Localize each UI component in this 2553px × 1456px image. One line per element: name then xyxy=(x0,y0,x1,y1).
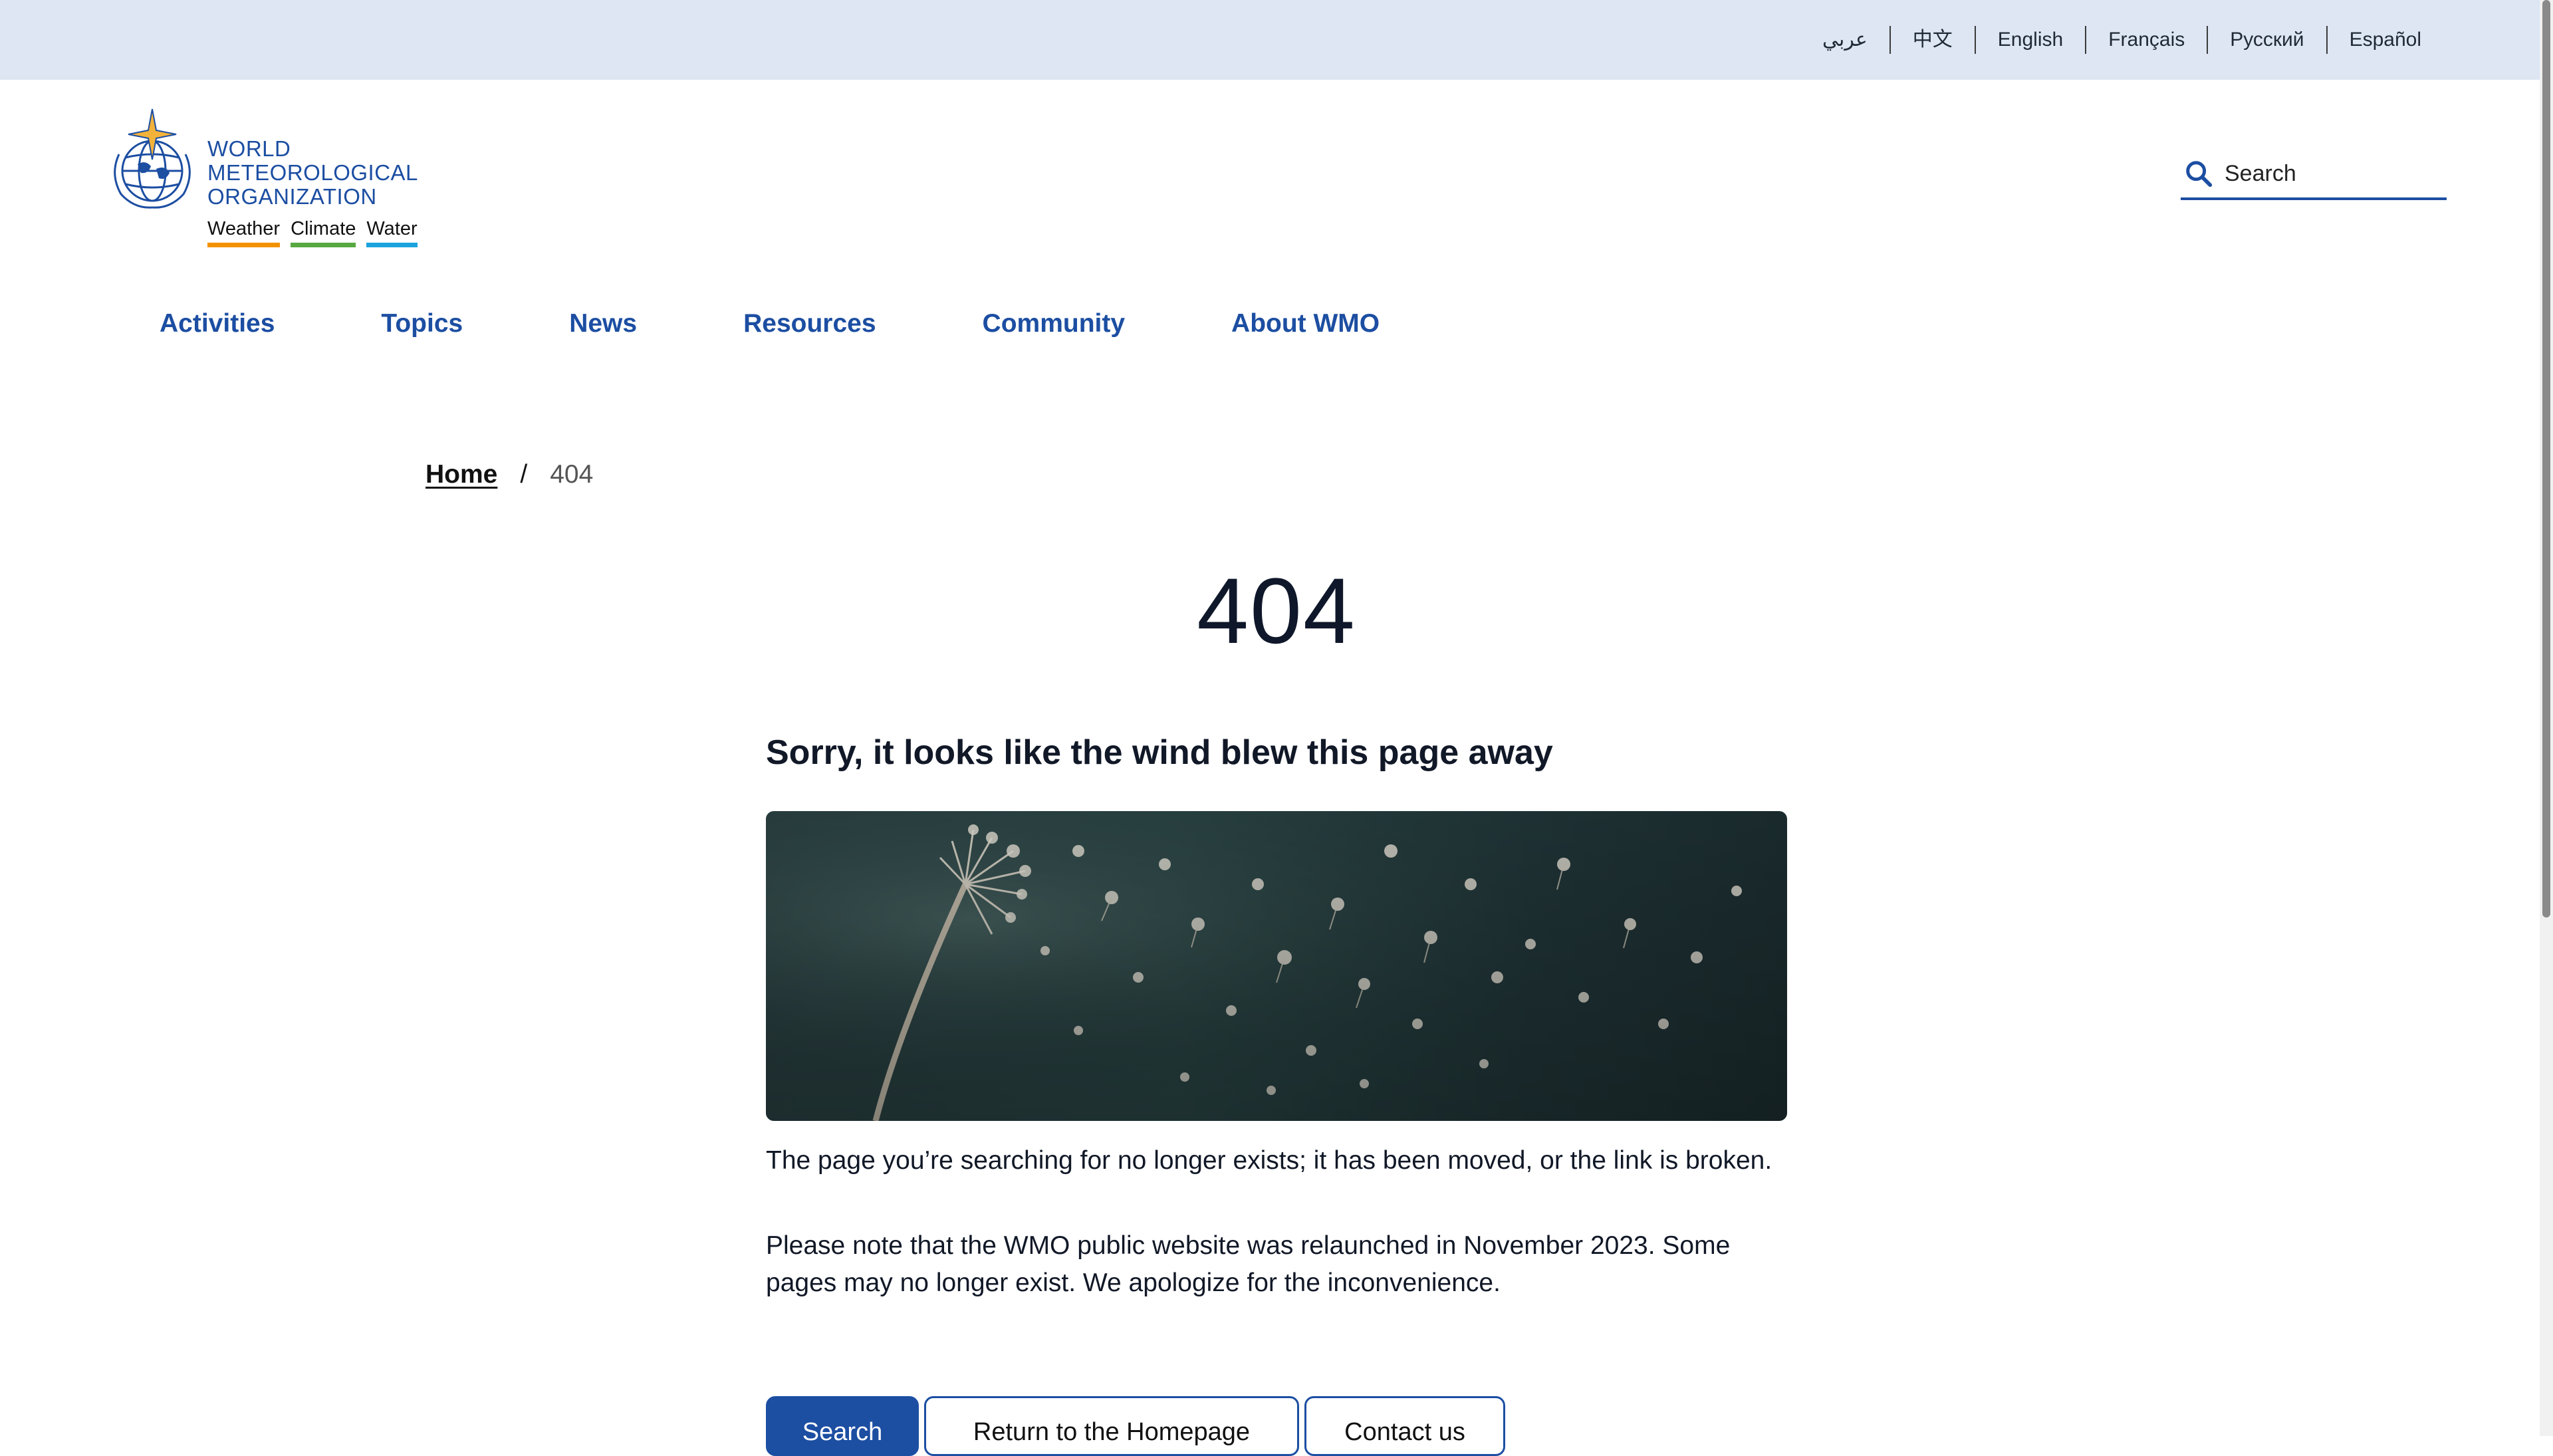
logo-tagline: Weather Climate Water xyxy=(207,218,418,247)
logo-line-3: ORGANIZATION xyxy=(207,184,377,209)
search-button[interactable]: Search xyxy=(766,1396,919,1456)
logo-line-1: WORLD xyxy=(207,136,291,161)
nav-resources[interactable]: Resources xyxy=(743,309,876,338)
contact-us-button[interactable]: Contact us xyxy=(1304,1396,1505,1456)
wmo-logo[interactable]: WORLD METEOROLOGICAL ORGANIZATION Weathe… xyxy=(104,108,450,254)
language-bar: عربي 中文 English Français Русский Español xyxy=(0,0,2540,80)
language-list: عربي 中文 English Français Русский Español xyxy=(1800,0,2443,80)
language-french[interactable]: Français xyxy=(2085,26,2207,54)
tagline-climate: Climate xyxy=(291,218,356,247)
wmo-emblem-icon xyxy=(114,108,191,209)
tagline-weather: Weather xyxy=(207,218,281,247)
search-input[interactable] xyxy=(2223,160,2425,187)
logo-wordmark: WORLD METEOROLOGICAL ORGANIZATION xyxy=(207,137,418,209)
relaunch-note-paragraph: Please note that the WMO public website … xyxy=(766,1231,1731,1297)
error-message-paragraph: The page you’re searching for no longer … xyxy=(766,1146,1772,1175)
nav-news[interactable]: News xyxy=(569,309,637,338)
breadcrumb-separator: / xyxy=(520,460,528,489)
language-chinese[interactable]: 中文 xyxy=(1889,26,1975,54)
nav-topics[interactable]: Topics xyxy=(381,309,463,338)
header-search[interactable] xyxy=(2181,150,2447,200)
main-nav: Activities Topics News Resources Communi… xyxy=(160,309,1486,338)
page-scrollbar[interactable] xyxy=(2540,0,2553,1436)
breadcrumb-home[interactable]: Home xyxy=(426,460,497,489)
search-icon[interactable] xyxy=(2183,158,2214,189)
error-heading: Sorry, it looks like the wind blew this … xyxy=(766,733,1553,772)
language-spanish[interactable]: Español xyxy=(2326,26,2443,54)
language-english[interactable]: English xyxy=(1974,26,2085,54)
dandelion-hero-image xyxy=(766,811,1787,1121)
tagline-water: Water xyxy=(366,218,418,247)
logo-line-2: METEOROLOGICAL xyxy=(207,160,418,185)
breadcrumb-current: 404 xyxy=(550,460,594,489)
language-russian[interactable]: Русский xyxy=(2207,26,2326,54)
scrollbar-thumb[interactable] xyxy=(2542,0,2550,917)
nav-community[interactable]: Community xyxy=(983,309,1126,338)
nav-activities[interactable]: Activities xyxy=(160,309,275,338)
return-homepage-button[interactable]: Return to the Homepage xyxy=(924,1396,1299,1456)
breadcrumb: Home / 404 xyxy=(426,460,593,489)
nav-about-wmo[interactable]: About WMO xyxy=(1231,309,1380,338)
language-arabic[interactable]: عربي xyxy=(1800,26,1889,54)
error-code: 404 xyxy=(1197,558,1356,663)
